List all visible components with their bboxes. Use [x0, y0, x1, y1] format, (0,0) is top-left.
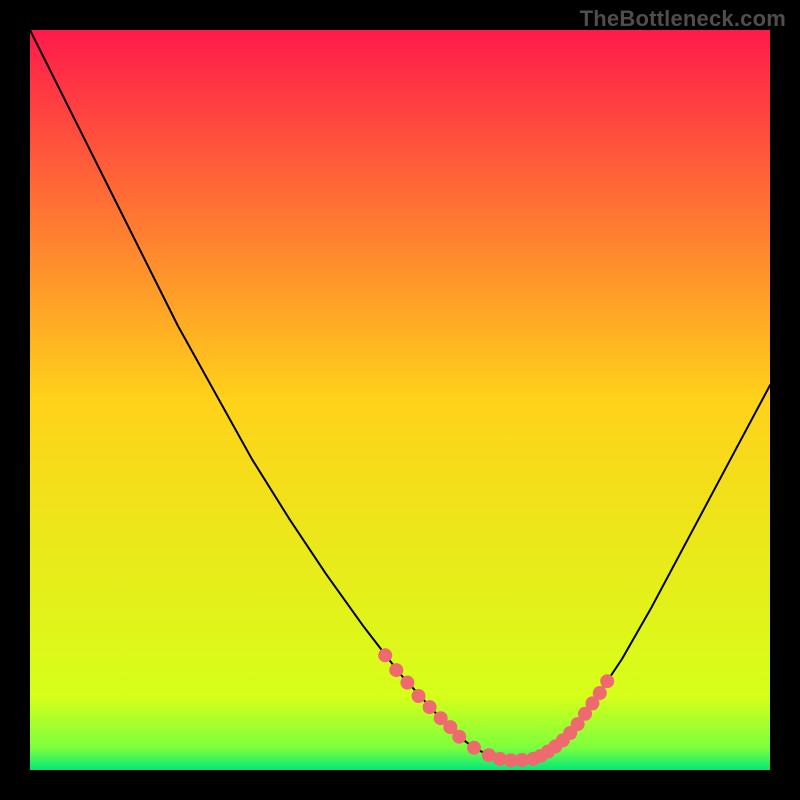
plot-area	[30, 30, 770, 770]
chart-frame: TheBottleneck.com	[0, 0, 800, 800]
marker-dot	[412, 689, 426, 703]
marker-dot	[452, 730, 466, 744]
gradient-background	[30, 30, 770, 770]
marker-dot	[600, 674, 614, 688]
marker-dot	[467, 741, 481, 755]
marker-dot	[389, 663, 403, 677]
marker-dot	[593, 686, 607, 700]
marker-dot	[378, 648, 392, 662]
marker-dot	[423, 700, 437, 714]
marker-dot	[400, 676, 414, 690]
watermark-text: TheBottleneck.com	[580, 6, 786, 32]
bottleneck-chart	[30, 30, 770, 770]
